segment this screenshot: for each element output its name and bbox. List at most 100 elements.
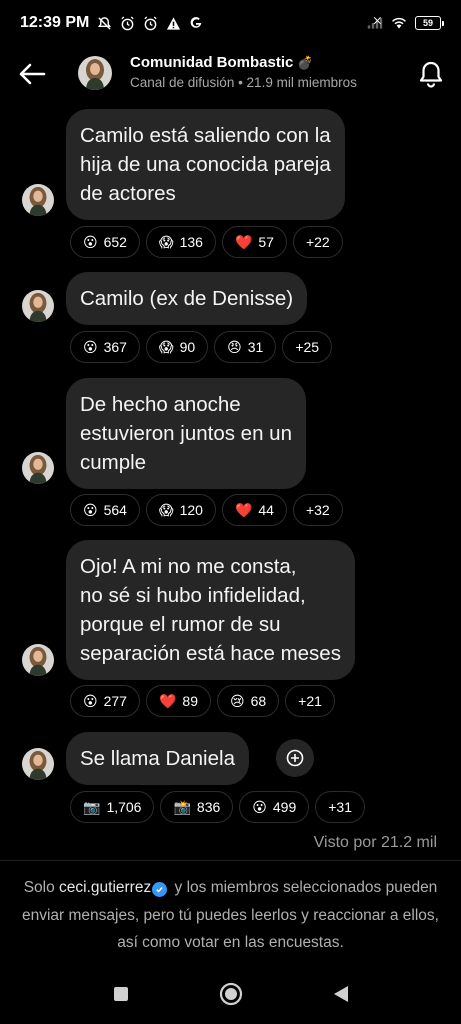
back-button[interactable] xyxy=(16,60,48,88)
reaction-emoji: 😮 xyxy=(252,799,267,815)
reaction-count: 836 xyxy=(196,799,221,815)
message-bubble[interactable]: De hecho anoche estuvieron juntos en un … xyxy=(66,378,306,489)
reaction-emoji: 📸 xyxy=(173,799,191,815)
notifications-button[interactable] xyxy=(415,58,447,90)
reaction-chip[interactable]: 😮 499 xyxy=(239,791,310,823)
message-bubble[interactable]: Se llama Daniela xyxy=(66,732,249,785)
reaction-chip[interactable]: 📷 1,706 xyxy=(70,791,155,823)
alarm-icon-2 xyxy=(142,15,158,31)
status-time: 12:39 PM xyxy=(20,14,90,31)
warning-icon xyxy=(165,15,181,31)
reaction-emoji: 😮 xyxy=(83,339,98,355)
reaction-emoji: 😱 xyxy=(158,502,174,518)
nav-back-icon xyxy=(333,986,348,1002)
share-button[interactable] xyxy=(276,739,314,777)
more-reactions-chip[interactable]: +32 xyxy=(292,494,343,526)
message-bubble[interactable]: Ojo! A mi no me consta, no sé si hubo in… xyxy=(66,540,355,680)
reaction-count: 31 xyxy=(247,339,264,355)
reaction-chip[interactable]: 😱 120 xyxy=(145,494,216,526)
sender-avatar[interactable] xyxy=(22,184,54,216)
sender-avatar[interactable] xyxy=(22,290,54,322)
reaction-emoji: 😢 xyxy=(229,693,245,709)
screen: 12:39 PM 59 Comunidad Bombastic 💣 Canal … xyxy=(0,0,461,1024)
reaction-emoji: 😱 xyxy=(158,234,174,250)
reaction-emoji: ❤️ xyxy=(158,693,177,709)
reaction-emoji: ❤️ xyxy=(234,502,253,518)
battery-indicator: 59 xyxy=(415,16,444,30)
system-nav-bar xyxy=(0,964,461,1024)
channel-name-text: Comunidad Bombastic xyxy=(130,54,294,71)
reaction-chip[interactable]: 😮 367 xyxy=(70,331,140,363)
status-bar: 12:39 PM 59 xyxy=(0,0,461,46)
reactions-row: 😮 277 ❤️ 89 😢 68 +21 xyxy=(70,685,335,717)
home-icon xyxy=(219,982,242,1006)
reaction-count: 499 xyxy=(272,799,297,815)
back-arrow-icon xyxy=(19,63,46,85)
recents-icon xyxy=(113,987,128,1001)
reaction-chip[interactable]: 📸 836 xyxy=(160,791,234,823)
reaction-count: 564 xyxy=(103,502,127,518)
alarm-icon xyxy=(119,15,135,31)
google-icon xyxy=(188,15,204,31)
sender-avatar[interactable] xyxy=(22,748,54,780)
channel-avatar[interactable] xyxy=(78,56,112,90)
more-reactions-chip[interactable]: +31 xyxy=(315,791,365,823)
share-icon xyxy=(286,749,304,767)
reaction-count: 1,706 xyxy=(106,799,142,815)
channel-name: Comunidad Bombastic 💣 xyxy=(130,54,357,71)
reaction-count: 90 xyxy=(179,339,196,355)
reactions-row: 😮 367 😱 90 😠 31 +25 xyxy=(70,331,333,363)
reaction-chip[interactable]: 😱 136 xyxy=(145,226,216,258)
reactions-row: 📷 1,706 📸 836 😮 499 +31 xyxy=(70,791,365,823)
reaction-emoji: 😮 xyxy=(83,234,98,250)
reaction-chip[interactable]: 😮 277 xyxy=(70,685,140,717)
reaction-emoji: 😮 xyxy=(83,693,98,709)
home-button[interactable] xyxy=(216,979,246,1009)
status-left: 12:39 PM xyxy=(20,14,204,32)
reaction-count: 652 xyxy=(103,234,127,250)
reaction-chip[interactable]: ❤️ 89 xyxy=(145,685,211,717)
bomb-emoji-icon: 💣 xyxy=(297,54,314,70)
divider xyxy=(0,860,461,861)
status-right: 59 xyxy=(367,15,444,31)
wifi-icon xyxy=(391,15,407,31)
reaction-emoji: 😮 xyxy=(83,502,98,518)
reaction-count: 120 xyxy=(179,502,203,518)
reaction-chip[interactable]: 😮 564 xyxy=(70,494,140,526)
reaction-chip[interactable]: 😮 652 xyxy=(70,226,140,258)
signal-icon xyxy=(367,15,383,31)
more-reactions-chip[interactable]: +25 xyxy=(282,331,333,363)
reaction-count: 136 xyxy=(179,234,203,250)
more-reactions-chip[interactable]: +21 xyxy=(285,685,335,717)
channel-header: Comunidad Bombastic 💣 Canal de difusión … xyxy=(0,48,461,102)
reaction-chip[interactable]: ❤️ 44 xyxy=(221,494,287,526)
sender-avatar[interactable] xyxy=(22,644,54,676)
footer-prefix: Solo xyxy=(23,879,60,896)
reaction-chip[interactable]: ❤️ 57 xyxy=(221,226,287,258)
reaction-count: 57 xyxy=(258,234,274,250)
reaction-count: 367 xyxy=(103,339,127,355)
reaction-count: 44 xyxy=(258,502,274,518)
message-bubble[interactable]: Camilo (ex de Denisse) xyxy=(66,272,308,325)
reaction-emoji: 📷 xyxy=(83,799,101,815)
more-reactions-chip[interactable]: +22 xyxy=(292,226,343,258)
sender-avatar[interactable] xyxy=(22,452,54,484)
reaction-chip[interactable]: 😱 90 xyxy=(145,331,209,363)
message-bubble[interactable]: Camilo está saliendo con la hija de una … xyxy=(66,109,345,220)
channel-subtitle: Canal de difusión • 21.9 mil miembros xyxy=(130,75,357,90)
verified-badge-icon xyxy=(152,882,168,897)
reaction-emoji: ❤️ xyxy=(234,234,253,250)
reaction-chip[interactable]: 😢 68 xyxy=(216,685,280,717)
reaction-emoji: 😠 xyxy=(227,339,242,355)
reaction-emoji: 😱 xyxy=(158,339,174,355)
reaction-count: 68 xyxy=(250,693,267,709)
header-text[interactable]: Comunidad Bombastic 💣 Canal de difusión … xyxy=(130,54,357,90)
owner-username[interactable]: ceci.gutierrez xyxy=(59,879,151,896)
mute-notifications-icon xyxy=(96,15,112,31)
reaction-chip[interactable]: 😠 31 xyxy=(214,331,277,363)
nav-back-button[interactable] xyxy=(326,979,356,1009)
reaction-count: 89 xyxy=(182,693,198,709)
seen-by-label[interactable]: Visto por 21.2 mil xyxy=(314,834,437,852)
reactions-row: 😮 564 😱 120 ❤️ 44 +32 xyxy=(70,494,343,526)
recents-button[interactable] xyxy=(106,979,136,1009)
